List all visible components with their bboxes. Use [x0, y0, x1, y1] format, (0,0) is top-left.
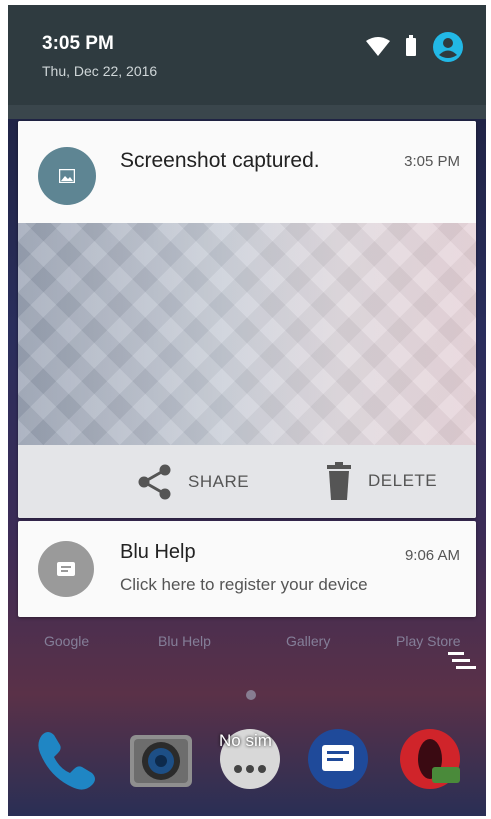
no-sim-status: No sim — [219, 731, 272, 750]
image-icon — [59, 169, 75, 183]
screenshot-app-icon — [38, 147, 96, 205]
clock-time: 3:05 PM — [42, 33, 114, 54]
wifi-icon[interactable] — [366, 37, 390, 57]
delete-button[interactable]: DELETE — [324, 462, 437, 500]
notification-shade-header: 3:05 PM Thu, Dec 22, 2016 — [8, 5, 486, 105]
notification-title: Blu Help — [120, 541, 196, 563]
clock-date[interactable]: Thu, Dec 22, 2016 — [42, 63, 157, 79]
notification-blu-help[interactable]: Blu Help 9:06 AM Click here to register … — [18, 521, 476, 617]
home-app-label-gallery: Gallery — [286, 633, 331, 649]
shade-divider — [8, 105, 486, 119]
screenshot-preview-image[interactable] — [18, 223, 476, 445]
share-button[interactable]: SHARE — [136, 463, 249, 501]
home-app-label-google: Google — [44, 633, 90, 649]
messaging-app-icon[interactable] — [306, 727, 370, 791]
home-app-label-blu-help: Blu Help — [158, 633, 211, 649]
home-app-label-play-store: Play Store — [396, 633, 461, 649]
home-dock: No sim — [8, 721, 486, 811]
battery-icon[interactable] — [406, 35, 416, 56]
phone-screen: 3:05 PM Thu, Dec 22, 2016 Screenshot cap… — [8, 5, 486, 816]
notification-title: Screenshot captured. — [120, 149, 320, 172]
notification-text: Click here to register your device — [120, 575, 368, 594]
status-icons — [366, 31, 464, 63]
delete-label: DELETE — [368, 471, 438, 490]
share-label: SHARE — [188, 472, 250, 491]
share-icon — [138, 464, 171, 500]
notification-screenshot-header[interactable]: Screenshot captured. 3:05 PM — [18, 121, 476, 223]
blu-help-app-icon — [38, 541, 94, 597]
home-page-indicator — [246, 690, 256, 700]
trash-icon — [327, 462, 351, 500]
browser-app-icon[interactable] — [398, 727, 462, 791]
notification-list-icon[interactable] — [448, 650, 476, 672]
notification-screenshot[interactable]: Screenshot captured. 3:05 PM SHARE DELET… — [18, 121, 476, 518]
phone-app-icon[interactable] — [34, 727, 98, 791]
notification-time: 9:06 AM — [404, 547, 460, 564]
camera-app-icon[interactable] — [126, 727, 196, 791]
notification-actions: SHARE DELETE — [18, 445, 476, 518]
user-account-icon[interactable] — [432, 31, 464, 63]
notification-time: 3:05 PM — [404, 153, 460, 170]
message-icon — [57, 562, 75, 576]
